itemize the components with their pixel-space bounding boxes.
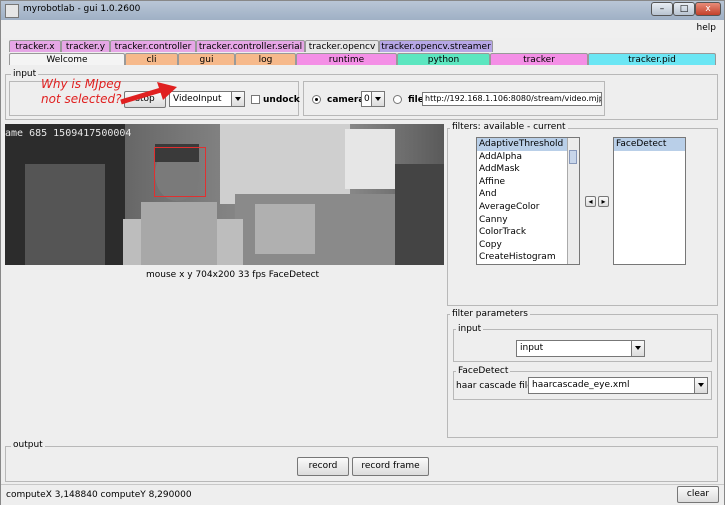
tab-label: tracker.controller.serial — [198, 42, 303, 52]
list-item[interactable]: Copy — [477, 239, 579, 252]
chevron-down-icon — [231, 92, 244, 106]
list-item[interactable]: AdaptiveThreshold — [477, 138, 579, 151]
list-item[interactable]: AverageColor — [477, 201, 579, 214]
title-bar: myrobotlab - gui 1.0.2600 – □ x — [1, 1, 724, 20]
filters-panel-label: filters: available - current — [450, 122, 568, 132]
tab-label: tracker.pid — [628, 55, 676, 65]
tab-label: Welcome — [46, 55, 88, 65]
camera-radio[interactable] — [312, 95, 321, 104]
list-item[interactable]: AddAlpha — [477, 151, 579, 164]
tab-label: cli — [146, 55, 157, 65]
grabber-select[interactable]: VideoInput — [169, 91, 245, 107]
tab-tracker-opencv-streamer[interactable]: tracker.opencv.streamer — [379, 40, 493, 52]
video-overlay-text: ame 685 1509417500004 — [5, 128, 132, 139]
tab-tracker[interactable]: tracker — [490, 53, 588, 65]
list-item[interactable]: And — [477, 188, 579, 201]
tab-runtime[interactable]: runtime — [296, 53, 397, 65]
current-filters-list[interactable]: FaceDetect — [613, 137, 686, 265]
tab-cli[interactable]: cli — [125, 53, 178, 65]
help-menu[interactable]: help — [697, 23, 716, 33]
tab-welcome[interactable]: Welcome — [9, 53, 125, 65]
tab-label: python — [427, 55, 460, 65]
filters-scrollbar[interactable] — [567, 138, 579, 264]
annotation-line-1: Why is MJpeg — [41, 77, 122, 91]
video-status-line: mouse x y 704x200 33 fps FaceDetect — [146, 270, 320, 280]
file-radio[interactable] — [393, 95, 402, 104]
annotation-line-2: not selected? — [41, 92, 122, 106]
list-item[interactable]: ColorTrack — [477, 226, 579, 239]
annotation-arrow-icon — [120, 82, 177, 105]
filter-parameters-label: filter parameters — [450, 309, 530, 319]
param-input-value: input — [520, 343, 544, 353]
clear-button[interactable]: clear — [677, 486, 719, 503]
minimize-button[interactable]: – — [651, 2, 673, 16]
tab-log[interactable]: log — [235, 53, 296, 65]
camera-index-value: 0 — [364, 94, 370, 104]
record-frame-button[interactable]: record frame — [352, 457, 429, 476]
tab-label: tracker.opencv — [308, 42, 376, 52]
tab-tracker-opencv[interactable]: tracker.opencv — [305, 40, 379, 52]
undock-checkbox[interactable] — [251, 95, 260, 104]
tab-label: tracker.x — [15, 42, 55, 52]
tab-label: tracker — [523, 55, 555, 65]
tab-tracker-controller[interactable]: tracker.controller — [110, 40, 196, 52]
chevron-down-icon — [694, 378, 707, 393]
close-button[interactable]: x — [695, 2, 721, 16]
remove-filter-button[interactable]: ◂ — [585, 196, 596, 207]
undock-label: undock — [263, 95, 300, 105]
maximize-button[interactable]: □ — [673, 2, 695, 16]
status-text: computeX 3,148840 computeY 8,290000 — [6, 490, 192, 500]
param-input-label: input — [456, 324, 484, 334]
tab-tracker-controller-serial[interactable]: tracker.controller.serial — [196, 40, 305, 52]
param-input-select[interactable]: input — [516, 340, 645, 357]
record-button[interactable]: record — [297, 457, 349, 476]
list-item[interactable]: FaceDetect — [614, 138, 685, 151]
grabber-select-value: VideoInput — [173, 94, 222, 104]
chevron-down-icon — [371, 92, 384, 106]
scrollbar-thumb[interactable] — [569, 150, 577, 164]
cascade-select-value: haarcascade_eye.xml — [532, 380, 630, 390]
list-item[interactable]: Canny — [477, 214, 579, 227]
video-feed[interactable]: ame 685 1509417500004 — [5, 124, 444, 265]
input-panel-label: input — [11, 69, 39, 79]
list-item[interactable]: Affine — [477, 176, 579, 189]
app-icon — [5, 4, 19, 18]
window-title: myrobotlab - gui 1.0.2600 — [23, 4, 141, 14]
tab-tracker-pid[interactable]: tracker.pid — [588, 53, 716, 65]
tab-label: log — [258, 55, 273, 65]
tab-label: runtime — [328, 55, 365, 65]
add-filter-button[interactable]: ▸ — [598, 196, 609, 207]
output-panel-label: output — [11, 440, 45, 450]
cascade-select[interactable]: haarcascade_eye.xml — [528, 377, 708, 394]
chevron-down-icon — [631, 341, 644, 356]
status-bar: computeX 3,148840 computeY 8,290000 clea… — [1, 484, 724, 505]
camera-label: camera — [327, 95, 365, 105]
camera-index-select[interactable]: 0 — [361, 91, 385, 107]
available-filters-list[interactable]: AdaptiveThreshold AddAlpha AddMask Affin… — [476, 137, 580, 265]
tab-tracker-y[interactable]: tracker.y — [61, 40, 110, 52]
tab-tracker-x[interactable]: tracker.x — [9, 40, 61, 52]
tab-gui[interactable]: gui — [178, 53, 235, 65]
menu-bar: help — [1, 20, 724, 38]
tab-python[interactable]: python — [397, 53, 490, 65]
application-window: myrobotlab - gui 1.0.2600 – □ x help tra… — [0, 0, 725, 505]
cascade-label: haar cascade file — [456, 381, 533, 391]
tab-label: tracker.y — [65, 42, 106, 52]
tab-label: gui — [199, 55, 214, 65]
list-item[interactable]: AddMask — [477, 163, 579, 176]
file-url-value: http://192.168.1.106:8080/stream/video.m… — [425, 94, 602, 103]
list-item[interactable]: CreateHistogram — [477, 251, 579, 264]
tab-label: tracker.controller — [114, 42, 192, 52]
file-url-input[interactable]: http://192.168.1.106:8080/stream/video.m… — [422, 92, 602, 106]
tab-label: tracker.opencv.streamer — [381, 42, 491, 52]
facedetect-label: FaceDetect — [456, 366, 511, 376]
face-detect-box — [154, 147, 206, 197]
camera-frame-image — [5, 124, 444, 265]
